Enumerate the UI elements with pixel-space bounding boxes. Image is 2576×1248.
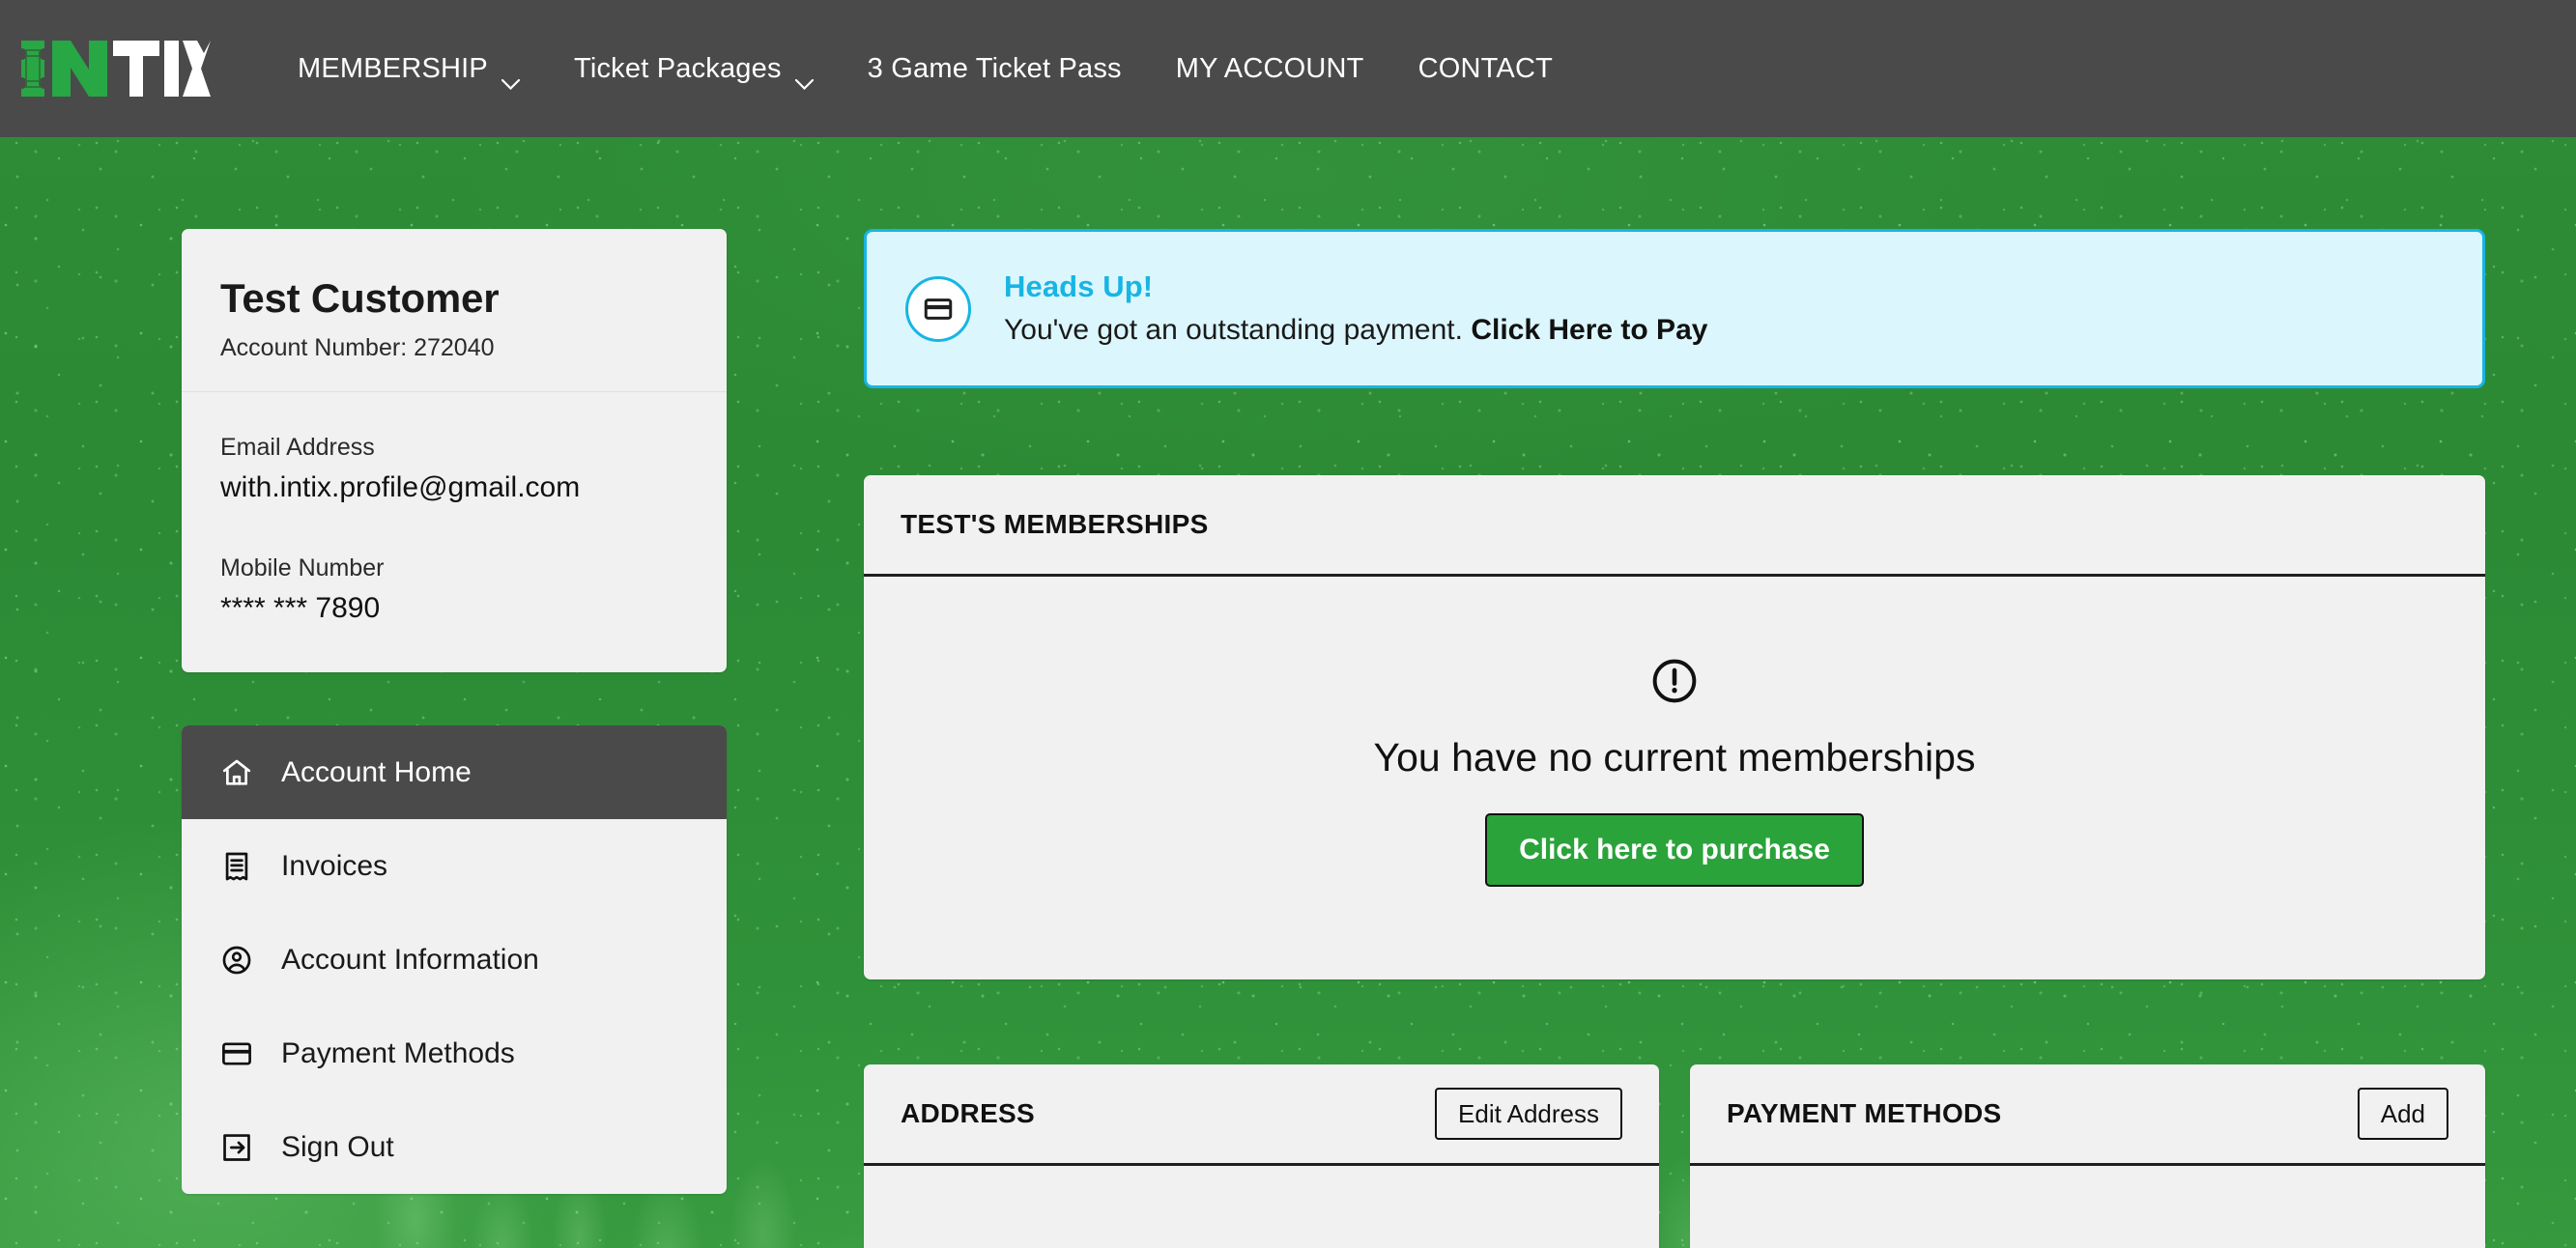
home-icon (218, 754, 255, 791)
sidebar-item-invoices[interactable]: Invoices (182, 819, 727, 913)
sidebar-item-payment-methods[interactable]: Payment Methods (182, 1007, 727, 1100)
page-content: Test Customer Account Number: 272040 Ema… (0, 137, 2576, 1248)
memberships-empty-state: You have no current memberships Click he… (864, 577, 2485, 979)
profile-name: Test Customer (220, 275, 500, 321)
sidebar-item-account-home[interactable]: Account Home (182, 725, 727, 820)
memberships-empty-title: You have no current memberships (1373, 735, 1976, 780)
left-column: Test Customer Account Number: 272040 Ema… (182, 229, 727, 1195)
outstanding-payment-alert: Heads Up! You've got an outstanding paym… (864, 229, 2485, 388)
sidebar-item-label: Account Home (281, 755, 472, 788)
nav-item-label: MY ACCOUNT (1175, 52, 1364, 84)
field-value: **** *** 7890 (220, 592, 381, 625)
sign-out-icon (218, 1129, 255, 1166)
nav-item-my-account[interactable]: MY ACCOUNT (1149, 0, 1391, 137)
credit-card-icon (905, 275, 971, 342)
sidebar-item-label: Payment Methods (281, 1036, 515, 1069)
payment-methods-panel-title: PAYMENT METHODS (1727, 1098, 2002, 1129)
nav-item-membership[interactable]: MEMBERSHIP (271, 0, 547, 137)
profile-field-email: Email Address with.intix.profile@gmail.c… (220, 433, 688, 505)
alert-message: You've got an outstanding payment. Click… (1004, 312, 1707, 349)
payment-methods-panel-body (1690, 1166, 2485, 1248)
address-panel: ADDRESS Edit Address (864, 1064, 1659, 1248)
alert-text: Heads Up! You've got an outstanding paym… (1004, 268, 1707, 349)
alert-title: Heads Up! (1004, 269, 1154, 304)
main-nav: MEMBERSHIP Ticket Packages 3 Game Ticket… (271, 0, 1580, 137)
profile-header: Test Customer Account Number: 272040 (182, 229, 727, 393)
right-column: Heads Up! You've got an outstanding paym… (864, 229, 2485, 1248)
credit-card-icon (218, 1035, 255, 1072)
click-here-to-pay-link[interactable]: Click Here to Pay (1471, 314, 1707, 346)
user-circle-icon (218, 942, 255, 979)
payment-methods-panel: PAYMENT METHODS Add (1690, 1064, 2485, 1248)
memberships-panel-body: You have no current memberships Click he… (864, 577, 2485, 979)
account-sidebar-menu: Account Home Invoices Account Informatio… (182, 725, 727, 1195)
sidebar-item-label: Invoices (281, 849, 388, 882)
sidebar-item-label: Sign Out (281, 1130, 394, 1163)
profile-card: Test Customer Account Number: 272040 Ema… (182, 229, 727, 673)
add-payment-method-button[interactable]: Add (2357, 1088, 2448, 1141)
nav-item-label: 3 Game Ticket Pass (867, 52, 1122, 84)
receipt-icon (218, 848, 255, 885)
exclamation-circle-icon (1649, 656, 1700, 711)
profile-details: Email Address with.intix.profile@gmail.c… (182, 392, 727, 672)
field-label: Email Address (220, 434, 375, 462)
top-navigation-bar: MEMBERSHIP Ticket Packages 3 Game Ticket… (0, 0, 2576, 137)
chevron-down-icon (501, 66, 521, 90)
address-panel-title: ADDRESS (901, 1098, 1036, 1129)
nav-item-3-game-ticket-pass[interactable]: 3 Game Ticket Pass (841, 0, 1149, 137)
nav-item-ticket-packages[interactable]: Ticket Packages (547, 0, 841, 137)
memberships-panel: TEST'S MEMBERSHIPS You have no current m… (864, 475, 2485, 980)
memberships-panel-title: TEST'S MEMBERSHIPS (901, 509, 1209, 539)
alert-message-text: You've got an outstanding payment. (1004, 314, 1463, 347)
chevron-down-icon (794, 66, 814, 90)
payment-methods-panel-header: PAYMENT METHODS Add (1690, 1064, 2485, 1167)
sidebar-item-account-information[interactable]: Account Information (182, 913, 727, 1007)
address-panel-header: ADDRESS Edit Address (864, 1064, 1659, 1167)
edit-address-button[interactable]: Edit Address (1435, 1088, 1622, 1141)
field-label: Mobile Number (220, 554, 385, 582)
nav-item-label: CONTACT (1417, 52, 1553, 84)
address-panel-body (864, 1166, 1659, 1248)
click-here-to-purchase-button[interactable]: Click here to purchase (1485, 813, 1864, 888)
memberships-panel-header: TEST'S MEMBERSHIPS (864, 475, 2485, 577)
bottom-panels-row: ADDRESS Edit Address PAYMENT METHODS Add (864, 1064, 2485, 1248)
nav-item-label: Ticket Packages (573, 52, 782, 84)
brand-logo[interactable] (17, 0, 211, 137)
nav-item-label: MEMBERSHIP (298, 52, 488, 84)
field-value: with.intix.profile@gmail.com (220, 471, 581, 504)
sidebar-item-sign-out[interactable]: Sign Out (182, 1100, 727, 1194)
nav-item-contact[interactable]: CONTACT (1391, 0, 1580, 137)
profile-account-number: Account Number: 272040 (220, 334, 495, 362)
profile-field-mobile: Mobile Number **** *** 7890 (220, 553, 688, 626)
sidebar-item-label: Account Information (281, 943, 539, 976)
